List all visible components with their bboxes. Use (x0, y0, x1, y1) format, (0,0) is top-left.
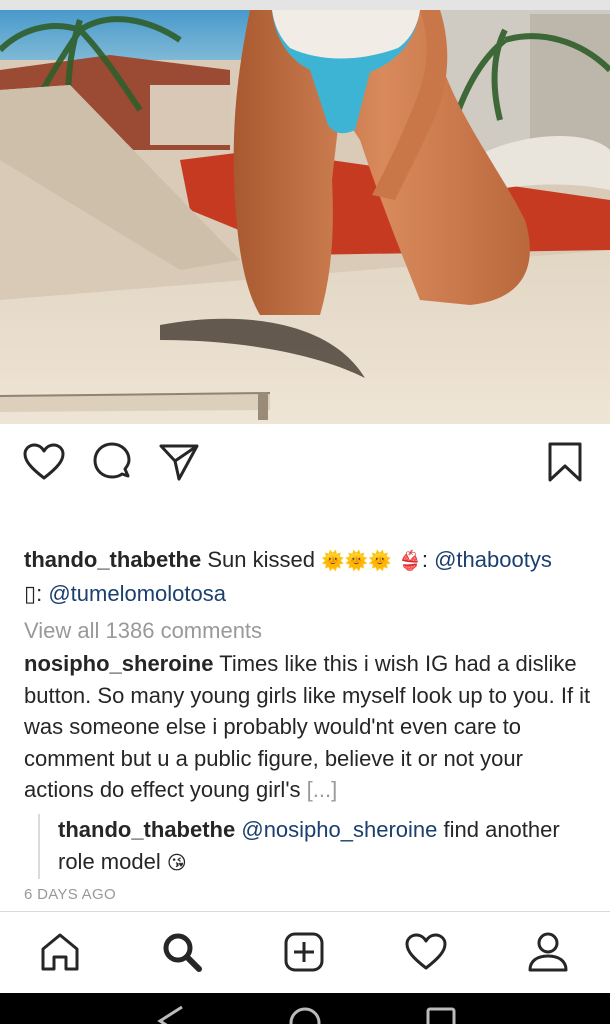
caption-mention-tumelomolotosa[interactable]: @tumelomolotosa (48, 581, 226, 606)
comment-more-link[interactable]: [...] (307, 777, 338, 802)
paper-plane-icon (159, 444, 199, 481)
caption-separator: : (421, 547, 435, 572)
nav-search-button[interactable] (160, 930, 204, 974)
nav-profile-button[interactable] (526, 930, 570, 974)
reply-username[interactable]: thando_thabethe (58, 817, 235, 842)
add-post-icon (284, 932, 324, 972)
recents-icon[interactable] (426, 1007, 456, 1024)
bikini-emoji: 👙 (398, 551, 422, 572)
activity-heart-icon (405, 933, 447, 970)
caption-text: Sun kissed (201, 547, 322, 572)
view-all-comments-link[interactable]: View all 1386 comments (24, 615, 262, 647)
home-circle-icon[interactable] (289, 1007, 321, 1024)
caption-username[interactable]: thando_thabethe (24, 547, 201, 572)
bookmark-icon (548, 442, 582, 482)
comment-reply: thando_thabethe @nosipho_sheroine find a… (38, 814, 594, 879)
share-button[interactable] (157, 440, 201, 484)
post-action-bar (0, 424, 610, 500)
missing-glyph: ▯ (24, 581, 37, 606)
nav-activity-button[interactable] (404, 930, 448, 974)
kiss-emoji: 😘 (166, 852, 187, 874)
nav-add-post-button[interactable] (282, 930, 326, 974)
bottom-nav (0, 911, 610, 993)
like-button[interactable] (22, 440, 66, 484)
profile-icon (528, 932, 568, 972)
search-icon (163, 933, 202, 972)
comment-button[interactable] (90, 440, 134, 484)
comment-username[interactable]: nosipho_sheroine (24, 651, 213, 676)
comment-bubble-icon (93, 442, 131, 479)
sun-emojis: 🌞🌞🌞 (321, 551, 393, 572)
system-nav-bar (0, 993, 610, 1024)
back-icon[interactable] (157, 1005, 183, 1024)
save-button[interactable] (543, 440, 587, 484)
post-timestamp: 6 DAYS AGO (24, 886, 116, 903)
caption-mention-thabootys[interactable]: @thabootys (434, 547, 552, 572)
post-image[interactable] (0, 0, 610, 424)
post-caption: thando_thabethe Sun kissed 🌞🌞🌞 👙: @thabo… (24, 544, 594, 610)
comment: nosipho_sheroine Times like this i wish … (24, 648, 594, 806)
heart-outline-icon (23, 443, 65, 480)
nav-home-button[interactable] (38, 930, 82, 974)
caption-separator-2: : (36, 581, 49, 606)
home-icon (41, 933, 79, 971)
reply-mention[interactable]: @nosipho_sheroine (241, 817, 437, 842)
post-photo (0, 0, 610, 424)
